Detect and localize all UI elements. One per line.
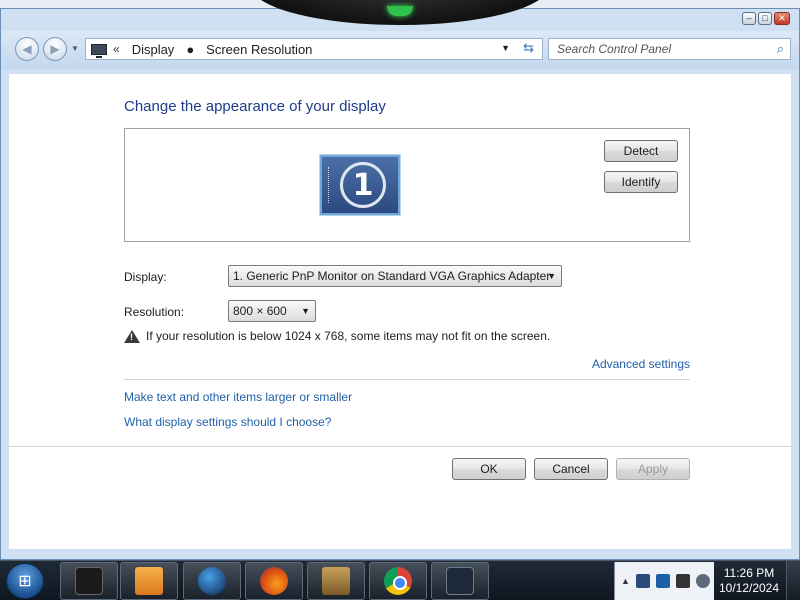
display-select-value: 1. Generic PnP Monitor on Standard VGA G… <box>233 269 551 283</box>
monitor-app-icon <box>75 567 103 595</box>
divider <box>9 446 791 447</box>
maximize-button[interactable]: □ <box>758 12 772 25</box>
clock[interactable]: 11:26 PM 10/12/2024 <box>716 566 782 596</box>
chevron-down-icon: ▼ <box>547 271 556 281</box>
search-icon[interactable]: ⌕ <box>777 41 784 57</box>
chevron-down-icon: ▼ <box>301 306 310 316</box>
detect-button[interactable]: Detect <box>604 140 678 162</box>
clock-date: 10/12/2024 <box>718 581 780 595</box>
forward-arrow-icon: ▶ <box>50 42 60 56</box>
resolution-select-value: 800 × 600 <box>233 304 287 318</box>
media-player-icon <box>135 567 163 595</box>
show-hidden-icons-icon[interactable]: ▲ <box>621 576 630 586</box>
taskbar: ⊞ ▲ 11:26 PM 10/12/2024 <box>0 560 800 600</box>
globe-icon <box>198 567 226 595</box>
address-bar-row: ◀ ▶ ▼ « Display ● Screen Resolution ▼ ⇆ … <box>1 31 799 69</box>
system-tray: ▲ <box>614 562 714 600</box>
firefox-icon <box>260 567 288 595</box>
divider <box>124 379 690 380</box>
back-button[interactable]: ◀ <box>15 37 39 61</box>
search-box[interactable]: ⌕ <box>548 38 791 60</box>
taskbar-item-box[interactable] <box>307 562 365 600</box>
close-button[interactable]: ✕ <box>774 12 790 25</box>
box-app-icon <box>322 567 350 595</box>
taskbar-item-monitor[interactable] <box>60 562 118 600</box>
monitor-number: 1 <box>340 162 386 208</box>
advanced-settings-link[interactable]: Advanced settings <box>592 357 690 371</box>
monitor-edge-marker <box>328 167 334 203</box>
tray-network-icon[interactable] <box>675 574 690 588</box>
back-arrow-icon: ◀ <box>22 42 32 56</box>
search-input[interactable] <box>549 39 759 59</box>
breadcrumb-overflow-icon[interactable]: « <box>113 42 120 56</box>
breadcrumb-separator-icon: ● <box>186 41 195 57</box>
display-select[interactable]: 1. Generic PnP Monitor on Standard VGA G… <box>228 265 562 287</box>
minimize-button[interactable]: – <box>742 12 756 25</box>
warning-icon <box>124 330 140 343</box>
monitor-arrangement-area: 1 Detect Identify <box>124 128 690 242</box>
screen-resolution-panel: Change the appearance of your display 1 … <box>9 74 791 549</box>
tray-volume-icon[interactable] <box>695 574 710 588</box>
display-settings-icon <box>446 567 474 595</box>
breadcrumb-screen-resolution[interactable]: Screen Resolution <box>206 42 312 57</box>
windows-logo-icon: ⊞ <box>18 573 32 590</box>
forward-button[interactable]: ▶ <box>43 37 67 61</box>
identify-button[interactable]: Identify <box>604 171 678 193</box>
resolution-label: Resolution: <box>124 305 185 319</box>
taskbar-item-firefox[interactable] <box>245 562 303 600</box>
address-dropdown-icon[interactable]: ▼ <box>501 43 510 53</box>
resolution-select[interactable]: 800 × 600 ▼ <box>228 300 316 322</box>
resolution-warning-text: If your resolution is below 1024 x 768, … <box>146 329 551 343</box>
refresh-icon[interactable]: ⇆ <box>523 40 534 56</box>
start-button[interactable]: ⊞ <box>6 563 44 599</box>
tray-app-icon[interactable] <box>635 574 650 588</box>
taskbar-item-globe[interactable] <box>183 562 241 600</box>
cancel-button[interactable]: Cancel <box>534 458 608 480</box>
display-help-link[interactable]: What display settings should I choose? <box>124 415 331 429</box>
chrome-icon <box>384 567 412 595</box>
control-panel-window: – □ ✕ ◀ ▶ ▼ « Display ● Screen Resolutio… <box>0 8 800 560</box>
breadcrumb[interactable]: « Display ● Screen Resolution ▼ ⇆ <box>85 38 543 60</box>
ok-button[interactable]: OK <box>452 458 526 480</box>
tray-sync-icon[interactable] <box>655 574 670 588</box>
text-size-link[interactable]: Make text and other items larger or smal… <box>124 390 352 404</box>
clock-time: 11:26 PM <box>723 566 775 580</box>
taskbar-item-media-player[interactable] <box>120 562 178 600</box>
breadcrumb-display[interactable]: Display <box>132 42 175 57</box>
taskbar-item-chrome[interactable] <box>369 562 427 600</box>
apply-button[interactable]: Apply <box>616 458 690 480</box>
page-title: Change the appearance of your display <box>124 98 386 115</box>
show-desktop-button[interactable] <box>786 561 800 600</box>
control-panel-icon <box>91 43 107 58</box>
display-label: Display: <box>124 270 167 284</box>
recent-pages-dropdown-icon[interactable]: ▼ <box>71 44 79 53</box>
monitor-1-thumbnail[interactable]: 1 <box>320 155 400 215</box>
taskbar-item-display[interactable] <box>431 562 489 600</box>
